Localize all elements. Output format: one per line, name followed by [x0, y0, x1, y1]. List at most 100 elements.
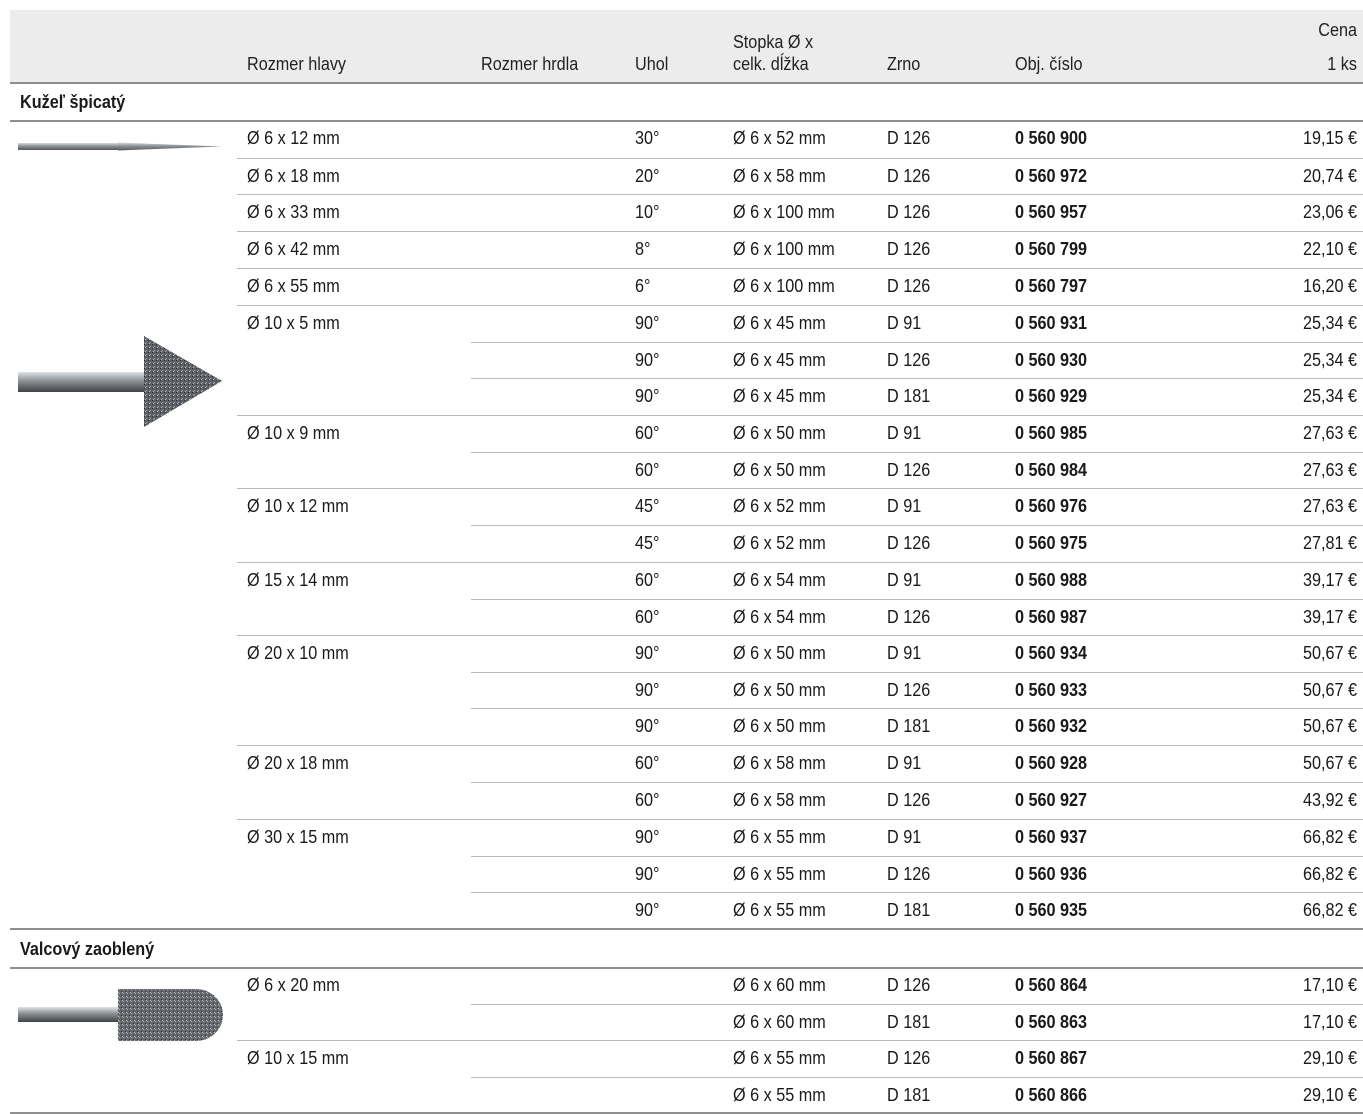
section-title: Valcový zaoblený — [20, 939, 155, 959]
cell-order: 0 560 928 — [1015, 753, 1088, 773]
table-row: Ø 15 x 14 mm 60° Ø 6 x 54 mm D 91 0 560 988 3… — [10, 562, 1363, 599]
cell-order: 0 560 957 — [1015, 202, 1088, 222]
cell-price: 50,67 € — [1302, 643, 1357, 663]
cell-angle: 45° — [635, 496, 660, 516]
cell-order: 0 560 866 — [1015, 1085, 1088, 1105]
cell-grit: D 126 — [887, 166, 931, 186]
cell-grit: D 91 — [887, 643, 922, 663]
cell-price: 39,17 € — [1302, 607, 1357, 627]
cell-angle: 6° — [635, 276, 651, 296]
cell-grit: D 181 — [887, 1012, 931, 1032]
table-row: Ø 6 x 55 mm D 181 0 560 866 29,10 € — [10, 1077, 1363, 1113]
cell-angle: 90° — [635, 313, 660, 333]
cell-shank: Ø 6 x 52 mm — [733, 496, 826, 516]
cell-head: Ø 10 x 15 mm — [247, 1048, 349, 1068]
cell-order: 0 560 936 — [1015, 864, 1088, 884]
cell-grit: D 91 — [887, 753, 922, 773]
cell-order: 0 560 799 — [1015, 239, 1088, 259]
cell-shank: Ø 6 x 54 mm — [733, 570, 826, 590]
cell-head: Ø 15 x 14 mm — [247, 570, 349, 590]
cell-shank: Ø 6 x 52 mm — [733, 533, 826, 553]
cell-order: 0 560 987 — [1015, 607, 1088, 627]
cell-shank: Ø 6 x 50 mm — [733, 680, 826, 700]
header-price-line2: 1 ks — [1327, 54, 1357, 74]
cell-shank: Ø 6 x 45 mm — [733, 350, 826, 370]
cell-price: 20,74 € — [1302, 166, 1357, 186]
cell-head: Ø 6 x 12 mm — [247, 128, 340, 148]
cell-price: 16,20 € — [1302, 276, 1357, 296]
cell-price: 25,34 € — [1302, 386, 1357, 406]
cell-order: 0 560 984 — [1015, 460, 1088, 480]
header-shank-line2: celk. dĺžka — [733, 54, 809, 74]
pointed-cone-thin-tool-icon — [18, 142, 222, 151]
section-end-rule — [10, 928, 1363, 930]
cell-shank: Ø 6 x 45 mm — [733, 313, 826, 333]
cell-order: 0 560 864 — [1015, 975, 1088, 995]
cell-angle: 90° — [635, 680, 660, 700]
table-row: 90° Ø 6 x 55 mm D 126 0 560 936 66,82 € — [10, 856, 1363, 892]
cell-order: 0 560 975 — [1015, 533, 1088, 553]
cell-order: 0 560 931 — [1015, 313, 1088, 333]
table-row: 45° Ø 6 x 52 mm D 126 0 560 975 27,81 € — [10, 525, 1363, 562]
cell-angle: 20° — [635, 166, 660, 186]
cell-angle: 90° — [635, 386, 660, 406]
table-row: 90° Ø 6 x 50 mm D 181 0 560 932 50,67 € — [10, 708, 1363, 745]
cell-price: 66,82 € — [1302, 864, 1357, 884]
cell-order: 0 560 937 — [1015, 827, 1088, 847]
table-row: 90° Ø 6 x 55 mm D 181 0 560 935 66,82 € — [10, 892, 1363, 929]
header-order-number: Obj. číslo — [1015, 54, 1083, 74]
cell-order: 0 560 985 — [1015, 423, 1088, 443]
cell-price: 50,67 € — [1302, 753, 1357, 773]
table-row: 90° Ø 6 x 50 mm D 126 0 560 933 50,67 € — [10, 672, 1363, 708]
cell-price: 66,82 € — [1302, 900, 1357, 920]
cell-price: 23,06 € — [1302, 202, 1357, 222]
cell-shank: Ø 6 x 45 mm — [733, 386, 826, 406]
cell-angle: 90° — [635, 350, 660, 370]
cell-grit: D 126 — [887, 533, 931, 553]
cell-head: Ø 30 x 15 mm — [247, 827, 349, 847]
cell-angle: 60° — [635, 607, 660, 627]
cell-price: 29,10 € — [1302, 1048, 1357, 1068]
cell-shank: Ø 6 x 100 mm — [733, 276, 835, 296]
cell-grit: D 126 — [887, 790, 931, 810]
cell-shank: Ø 6 x 58 mm — [733, 166, 826, 186]
cell-shank: Ø 6 x 58 mm — [733, 790, 826, 810]
table-row: Ø 6 x 42 mm 8° Ø 6 x 100 mm D 126 0 560 799 2… — [10, 231, 1363, 268]
cell-grit: D 181 — [887, 716, 931, 736]
cell-angle: 60° — [635, 753, 660, 773]
cell-order: 0 560 900 — [1015, 128, 1088, 148]
table-row: Ø 10 x 15 mm Ø 6 x 55 mm D 126 0 560 867 29,… — [10, 1040, 1363, 1077]
cell-grit: D 126 — [887, 460, 931, 480]
header-price-line1: Cena — [1318, 20, 1357, 40]
pointed-cone-tool-icon — [18, 336, 222, 427]
cell-grit: D 126 — [887, 239, 931, 259]
table-row: 60° Ø 6 x 58 mm D 126 0 560 927 43,92 € — [10, 782, 1363, 819]
cell-grit: D 126 — [887, 276, 931, 296]
cell-angle: 90° — [635, 643, 660, 663]
table-row: Ø 6 x 18 mm 20° Ø 6 x 58 mm D 126 0 560 972 2… — [10, 158, 1363, 194]
cell-order: 0 560 988 — [1015, 570, 1088, 590]
cell-head: Ø 6 x 55 mm — [247, 276, 340, 296]
cell-angle: 90° — [635, 716, 660, 736]
cell-grit: D 91 — [887, 496, 922, 516]
cell-head: Ø 10 x 12 mm — [247, 496, 349, 516]
cell-grit: D 91 — [887, 313, 922, 333]
cell-order: 0 560 930 — [1015, 350, 1088, 370]
table-row: Ø 10 x 12 mm 45° Ø 6 x 52 mm D 91 0 560 976 2… — [10, 488, 1363, 525]
cell-shank: Ø 6 x 50 mm — [733, 716, 826, 736]
table-row: 60° Ø 6 x 54 mm D 126 0 560 987 39,17 € — [10, 599, 1363, 635]
cell-order: 0 560 935 — [1015, 900, 1088, 920]
cell-shank: Ø 6 x 55 mm — [733, 1085, 826, 1105]
cell-order: 0 560 972 — [1015, 166, 1088, 186]
cell-grit: D 181 — [887, 1085, 931, 1105]
cell-price: 27,63 € — [1302, 423, 1357, 443]
cell-order: 0 560 976 — [1015, 496, 1088, 516]
cell-price: 27,63 € — [1302, 496, 1357, 516]
cell-price: 17,10 € — [1302, 975, 1357, 995]
product-table-page: Rozmer hlavy Rozmer hrdla Uhol Stopka Ø … — [0, 0, 1363, 1114]
cell-price: 50,67 € — [1302, 716, 1357, 736]
cell-grit: D 91 — [887, 423, 922, 443]
cell-angle: 8° — [635, 239, 651, 259]
cell-grit: D 126 — [887, 607, 931, 627]
cell-head: Ø 6 x 42 mm — [247, 239, 340, 259]
